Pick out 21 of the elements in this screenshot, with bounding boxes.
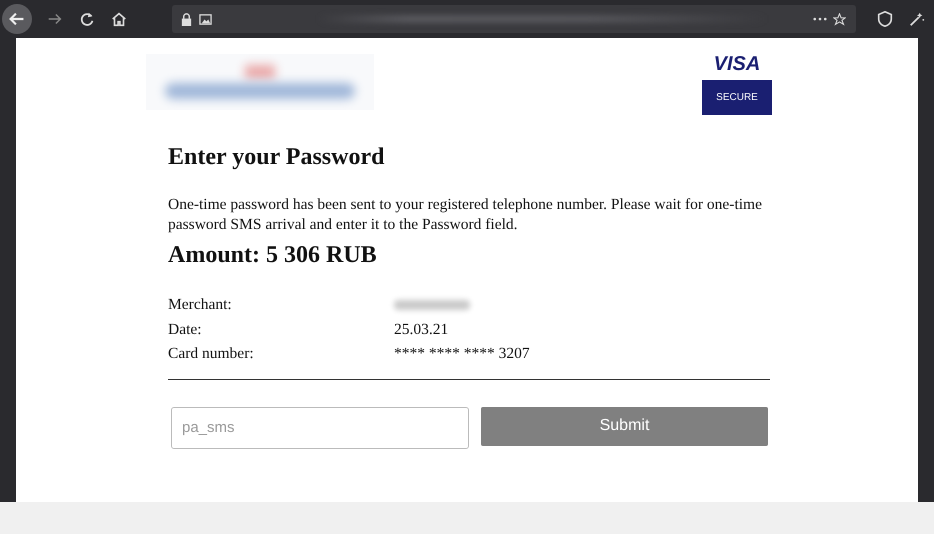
password-field[interactable]: pa_sms bbox=[171, 406, 469, 448]
star-icon[interactable] bbox=[833, 12, 846, 26]
detail-value: **** **** **** 3207 bbox=[394, 345, 530, 364]
detail-label: Merchant: bbox=[168, 296, 233, 314]
image-icon bbox=[199, 12, 212, 26]
brand-logo: VISA bbox=[714, 54, 760, 74]
instruction-text: One-time password has been sent to your registered telephone number. Please wait for one-time password SMS arrival and enter it to the Password field. bbox=[168, 195, 763, 235]
home-icon[interactable] bbox=[110, 10, 128, 28]
wand-icon[interactable] bbox=[908, 10, 926, 28]
reload-icon[interactable] bbox=[78, 10, 96, 28]
shield-icon[interactable] bbox=[876, 10, 894, 28]
secure-badge: SECURE bbox=[702, 80, 772, 115]
page-heading: Enter your Password bbox=[168, 143, 386, 171]
submit-button[interactable]: Submit bbox=[481, 406, 768, 446]
detail-label: Card number: bbox=[168, 345, 255, 364]
more-icon[interactable] bbox=[813, 17, 827, 21]
detail-value: 25.03.21 bbox=[394, 320, 448, 339]
detail-label: Date: bbox=[168, 320, 203, 339]
lock-icon bbox=[180, 12, 193, 26]
amount-text: Amount: 5 306 RUB bbox=[168, 241, 378, 269]
back-icon[interactable] bbox=[2, 4, 32, 34]
